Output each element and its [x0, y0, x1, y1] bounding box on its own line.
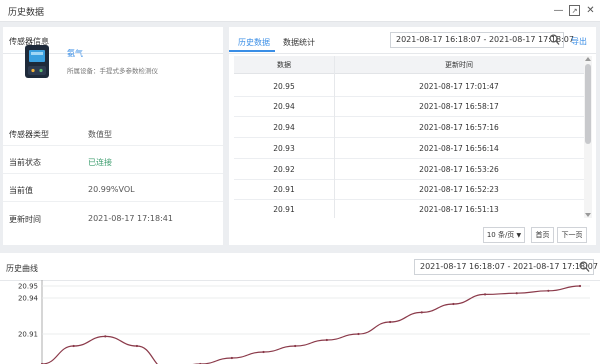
- data-point[interactable]: [135, 344, 139, 348]
- row-value: 20.93: [273, 144, 295, 153]
- row-time: 2021-08-17 16:52:23: [419, 185, 499, 194]
- export-link[interactable]: 导出: [571, 36, 587, 47]
- table-row: 20.91 2021-08-17 16:52:23: [234, 180, 584, 200]
- scroll-down-icon[interactable]: [585, 213, 591, 217]
- next-page-label: 下一页: [561, 231, 583, 239]
- data-point[interactable]: [515, 292, 518, 295]
- data-point[interactable]: [547, 289, 550, 292]
- info-row-status: 当前状态 已连接: [3, 150, 223, 174]
- row-time: 2021-08-17 16:57:16: [419, 123, 499, 132]
- history-line-chart: 20.95 20.94 20.91: [18, 280, 590, 364]
- column-separator: [334, 56, 335, 218]
- history-date-range[interactable]: 2021-08-17 16:18:07 - 2021-08-17 17:18:0…: [390, 32, 574, 48]
- column-header-value: 数据: [277, 61, 291, 69]
- row-time: 2021-08-17 16:53:26: [419, 165, 499, 174]
- data-point[interactable]: [578, 284, 582, 288]
- maximize-icon[interactable]: ↗: [569, 5, 580, 16]
- window-titlebar: 历史数据 — ↗ ✕: [0, 0, 600, 22]
- window-title: 历史数据: [8, 8, 45, 18]
- scroll-up-icon[interactable]: [585, 57, 591, 61]
- info-value: 2021-08-17 17:18:41: [88, 214, 173, 223]
- minimize-icon[interactable]: —: [553, 5, 564, 16]
- data-point[interactable]: [483, 293, 487, 296]
- data-point[interactable]: [357, 332, 360, 336]
- row-time: 2021-08-17 17:01:47: [419, 82, 499, 91]
- info-row-updated: 更新时间 2021-08-17 17:18:41: [3, 207, 223, 231]
- first-page-label: 首页: [535, 231, 550, 239]
- info-label: 当前值: [9, 186, 33, 195]
- y-tick-label: 20.94: [18, 295, 39, 303]
- y-tick-label: 20.91: [18, 331, 38, 339]
- device-name: 氨气: [67, 49, 83, 58]
- data-point[interactable]: [294, 344, 297, 348]
- chevron-down-icon: ▼: [516, 232, 522, 239]
- data-point[interactable]: [230, 356, 233, 360]
- close-icon[interactable]: ✕: [585, 5, 596, 16]
- row-value: 20.95: [273, 82, 295, 91]
- table-row: 20.92 2021-08-17 16:53:26: [234, 160, 584, 180]
- info-row-type: 传感器类型 数值型: [3, 122, 223, 146]
- curve-date-range-text: 2021-08-17 16:18:07 - 2021-08-17 17:18:0…: [420, 262, 598, 271]
- tab-history-data[interactable]: 历史数据: [238, 37, 270, 48]
- table-row: 20.94 2021-08-17 16:57:16: [234, 118, 584, 138]
- scroll-thumb[interactable]: [585, 64, 591, 144]
- table-row: 20.95 2021-08-17 17:01:47: [234, 77, 584, 97]
- data-point[interactable]: [325, 338, 328, 342]
- row-value: 20.91: [273, 205, 295, 214]
- data-point[interactable]: [72, 344, 75, 348]
- row-time: 2021-08-17 16:51:13: [419, 205, 499, 214]
- info-value: 数值型: [88, 130, 112, 139]
- info-label: 传感器类型: [9, 130, 49, 139]
- info-value: 20.99%VOL: [88, 185, 135, 194]
- data-point[interactable]: [262, 350, 265, 354]
- data-point[interactable]: [452, 302, 455, 306]
- device-description: 所属设备：手提式多参数检测仪: [67, 67, 158, 75]
- row-time: 2021-08-17 16:56:14: [419, 144, 499, 153]
- first-page-button[interactable]: 首页: [531, 227, 554, 243]
- data-point[interactable]: [420, 311, 423, 314]
- info-label: 当前状态: [9, 158, 41, 167]
- active-tab-indicator: [229, 50, 275, 52]
- table-row: 20.91 2021-08-17 16:51:13: [234, 200, 584, 220]
- date-range-text: 2021-08-17 16:18:07 - 2021-08-17 17:18:0…: [396, 35, 574, 44]
- data-point[interactable]: [389, 320, 392, 324]
- page-size-select[interactable]: 10 条/页 ▼: [483, 227, 525, 243]
- page-size-value: 10 条/页: [486, 231, 515, 239]
- table-scrollbar[interactable]: [584, 56, 592, 218]
- row-value: 20.94: [273, 102, 295, 111]
- row-value: 20.94: [273, 123, 295, 132]
- status-value: 已连接: [88, 158, 112, 167]
- curve-date-range[interactable]: 2021-08-17 16:18:07 - 2021-08-17 17:18:0…: [414, 259, 598, 275]
- next-page-button[interactable]: 下一页: [557, 227, 587, 243]
- search-icon[interactable]: [549, 34, 560, 46]
- row-value: 20.91: [273, 185, 295, 194]
- tab-statistics[interactable]: 数据统计: [283, 37, 315, 48]
- y-tick-label: 20.95: [18, 283, 38, 291]
- table-row: 20.94 2021-08-17 16:58:17: [234, 97, 584, 117]
- column-header-time: 更新时间: [445, 61, 473, 69]
- data-point[interactable]: [104, 335, 107, 338]
- info-label: 更新时间: [9, 215, 41, 224]
- row-time: 2021-08-17 16:58:17: [419, 102, 499, 111]
- table-header: 数据 更新时间: [234, 56, 584, 74]
- table-row: 20.93 2021-08-17 16:56:14: [234, 139, 584, 159]
- row-value: 20.92: [273, 165, 295, 174]
- device-image: [25, 45, 49, 78]
- search-icon[interactable]: [579, 261, 590, 273]
- history-curve-title: 历史曲线: [6, 264, 38, 273]
- info-row-current: 当前值 20.99%VOL: [3, 178, 223, 202]
